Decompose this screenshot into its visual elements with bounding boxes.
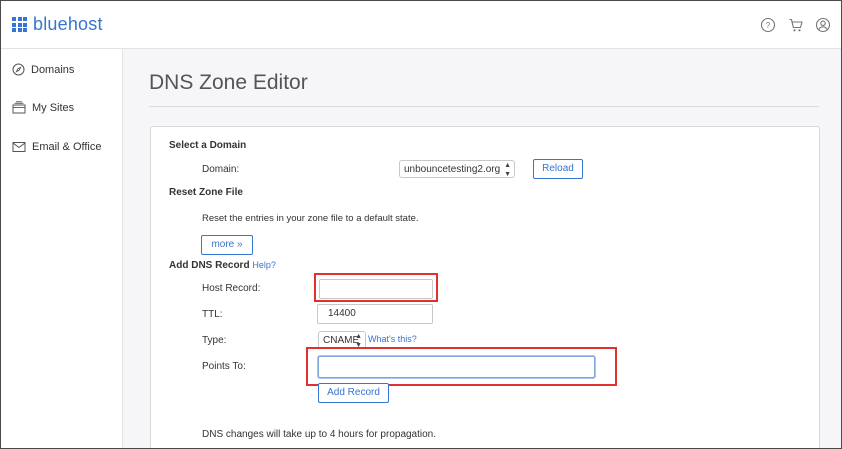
top-bar: bluehost ? — [1, 1, 841, 49]
ttl-label: TTL: — [202, 309, 223, 320]
domain-select[interactable]: unbouncetesting2.org ▲ ▼ — [399, 160, 515, 178]
dns-zone-card: Select a Domain Domain: unbouncetesting2… — [150, 126, 820, 448]
page-title: DNS Zone Editor — [149, 71, 308, 94]
type-label: Type: — [202, 335, 227, 346]
mail-icon — [12, 142, 26, 152]
add-record-button[interactable]: Add Record — [318, 383, 389, 403]
more-button[interactable]: more » — [201, 235, 253, 255]
app-window: bluehost ? Domains My Sites Email & Offi… — [0, 0, 842, 449]
host-record-highlight — [314, 273, 438, 302]
sidebar-item-label: Domains — [31, 63, 75, 76]
logo-grid-icon — [12, 17, 27, 32]
select-domain-heading: Select a Domain — [169, 140, 247, 151]
sidebar-item-my-sites[interactable]: My Sites — [12, 101, 74, 114]
type-select-value: CNAME — [323, 335, 360, 346]
add-dns-record-title: Add DNS Record — [169, 260, 250, 271]
reset-zone-description: Reset the entries in your zone file to a… — [202, 213, 419, 224]
main-content: DNS Zone Editor Select a Domain Domain: … — [123, 49, 841, 448]
select-arrows-icon: ▲ ▼ — [504, 162, 511, 178]
propagation-note: DNS changes will take up to 4 hours for … — [202, 429, 437, 440]
cart-icon[interactable] — [788, 17, 804, 33]
sidebar-item-label: Email & Office — [32, 141, 102, 153]
whats-this-link[interactable]: What's this? — [368, 334, 417, 344]
sidebar-item-domains[interactable]: Domains — [12, 63, 74, 76]
svg-text:?: ? — [766, 21, 771, 30]
bluehost-logo[interactable]: bluehost — [12, 14, 103, 35]
help-icon[interactable]: ? — [760, 17, 776, 33]
compass-icon — [12, 63, 25, 76]
reset-zone-heading: Reset Zone File — [169, 187, 243, 198]
title-divider — [149, 106, 819, 107]
points-to-label: Points To: — [202, 361, 246, 372]
host-record-label: Host Record: — [202, 283, 261, 294]
logo-text: bluehost — [33, 14, 103, 34]
add-dns-record-heading: Add DNS Record Help? — [169, 260, 276, 271]
sidebar: Domains My Sites Email & Office — [1, 49, 123, 448]
ttl-input[interactable]: 14400 — [317, 304, 433, 324]
sidebar-item-label: My Sites — [32, 101, 75, 114]
sidebar-item-email-office[interactable]: Email & Office — [12, 141, 102, 153]
reload-button[interactable]: Reload — [533, 159, 583, 179]
help-link[interactable]: Help? — [252, 260, 276, 270]
sites-icon — [12, 101, 26, 114]
points-to-highlight — [306, 347, 617, 386]
user-icon[interactable] — [815, 17, 831, 33]
domain-label: Domain: — [202, 164, 240, 175]
domain-select-value: unbouncetesting2.org — [404, 164, 501, 175]
